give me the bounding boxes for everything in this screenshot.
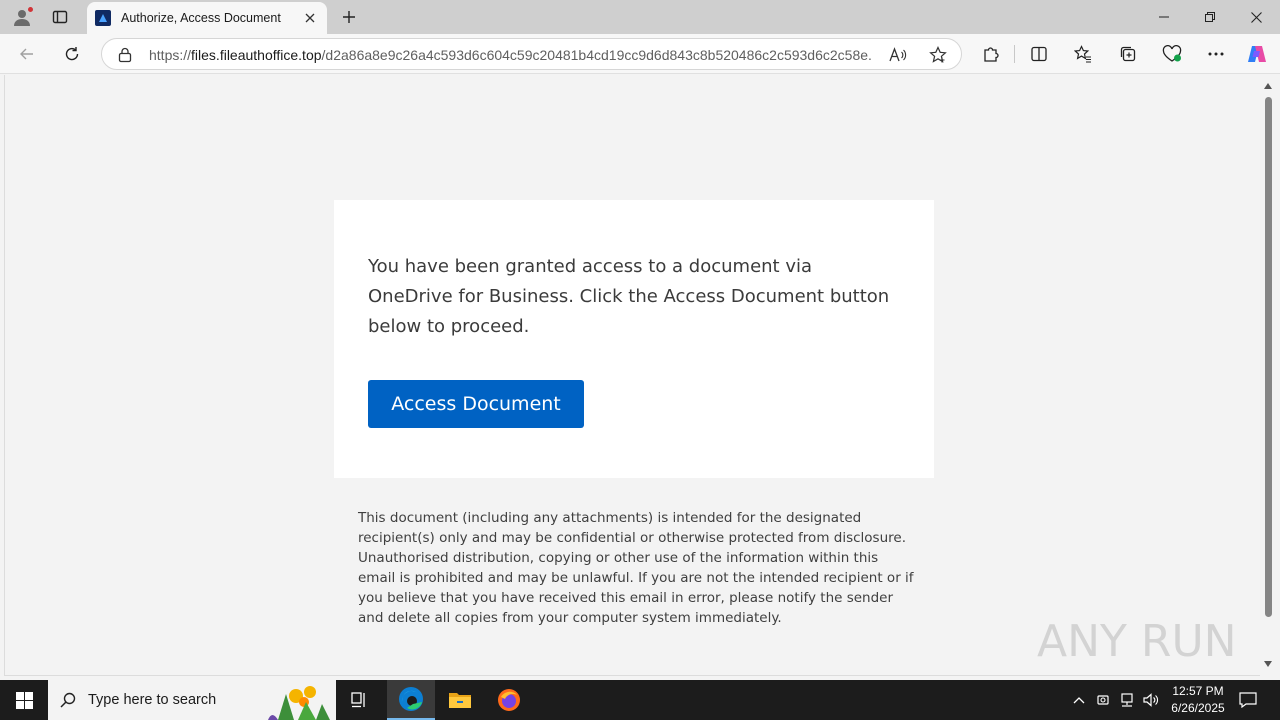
network-button[interactable] bbox=[1116, 680, 1138, 720]
volume-button[interactable] bbox=[1140, 680, 1162, 720]
folder-icon bbox=[449, 693, 471, 708]
tab-title: Authorize, Access Document bbox=[121, 11, 281, 25]
site-info-lock-icon[interactable] bbox=[116, 46, 134, 64]
anyrun-logo-icon: ANY RUN bbox=[1037, 616, 1237, 667]
start-button[interactable] bbox=[0, 680, 48, 720]
minimize-icon bbox=[1159, 16, 1169, 18]
task-view-icon bbox=[351, 692, 365, 708]
refresh-icon bbox=[65, 47, 79, 61]
url-host: files.fileauthoffice.top bbox=[191, 47, 322, 63]
minimize-button[interactable] bbox=[1141, 0, 1187, 34]
url-text[interactable]: https://files.fileauthoffice.top/d2a86a8… bbox=[149, 47, 873, 63]
notification-icon bbox=[1239, 692, 1257, 708]
svg-text:ANY RUN: ANY RUN bbox=[1037, 616, 1235, 667]
site-favicon-icon bbox=[95, 10, 111, 26]
tab-close-icon[interactable] bbox=[301, 9, 319, 27]
scroll-down-icon[interactable] bbox=[1263, 659, 1273, 669]
page-scrollbar[interactable] bbox=[1260, 75, 1276, 676]
firefox-icon bbox=[498, 689, 520, 711]
disclaimer-text: This document (including any attachments… bbox=[358, 510, 914, 626]
arrow-left-icon bbox=[20, 48, 33, 60]
read-aloud-icon[interactable] bbox=[888, 45, 908, 65]
scroll-up-icon[interactable] bbox=[1263, 81, 1273, 91]
access-message: You have been granted access to a docume… bbox=[368, 256, 890, 337]
taskbar-edge-button[interactable] bbox=[387, 680, 435, 720]
profile-button[interactable] bbox=[8, 4, 36, 30]
url-scheme: https:// bbox=[149, 47, 192, 63]
address-bar[interactable]: https://files.fileauthoffice.top/d2a86a8… bbox=[101, 38, 962, 70]
split-screen-icon bbox=[1031, 46, 1047, 62]
access-document-button[interactable]: Access Document bbox=[368, 380, 584, 428]
show-hidden-icons-button[interactable] bbox=[1068, 680, 1090, 720]
windows-logo-icon bbox=[15, 691, 33, 709]
chevron-up-icon bbox=[1073, 697, 1085, 704]
search-placeholder: Type here to search bbox=[88, 692, 217, 708]
close-window-button[interactable] bbox=[1233, 0, 1279, 34]
network-icon bbox=[1121, 693, 1133, 707]
favorites-star-list-icon bbox=[1074, 45, 1091, 63]
extensions-button[interactable] bbox=[976, 40, 1006, 68]
search-highlight-flowers-icon bbox=[258, 682, 334, 720]
more-horizontal-icon bbox=[1208, 52, 1224, 56]
split-screen-button[interactable] bbox=[1024, 40, 1054, 68]
favorite-star-icon[interactable] bbox=[928, 45, 948, 65]
page-viewport: You have been granted access to a docume… bbox=[4, 75, 1260, 676]
favorites-button[interactable] bbox=[1068, 40, 1098, 68]
puzzle-icon bbox=[984, 47, 999, 62]
restore-button[interactable] bbox=[1187, 0, 1233, 34]
access-card: You have been granted access to a docume… bbox=[334, 200, 934, 478]
browser-toolbar: https://files.fileauthoffice.top/d2a86a8… bbox=[0, 34, 1280, 74]
restore-icon bbox=[1205, 12, 1215, 22]
speaker-icon bbox=[1143, 693, 1158, 707]
tab-actions-button[interactable] bbox=[46, 4, 74, 30]
anyrun-watermark: ANY RUN bbox=[1035, 608, 1237, 670]
meet-now-button[interactable] bbox=[1092, 680, 1114, 720]
browser-essentials-button[interactable] bbox=[1157, 40, 1187, 68]
collections-button[interactable] bbox=[1113, 40, 1143, 68]
heart-pulse-icon bbox=[1162, 45, 1182, 62]
taskbar-search-box[interactable]: Type here to search bbox=[48, 680, 336, 720]
windows-taskbar: Type here to search 12:57 PM 6/26/2025 bbox=[0, 680, 1280, 720]
back-button[interactable] bbox=[12, 40, 42, 68]
clock-time: 12:57 PM bbox=[1172, 684, 1224, 698]
notification-dot bbox=[27, 6, 34, 13]
tab-actions-icon bbox=[52, 10, 68, 24]
settings-more-button[interactable] bbox=[1201, 40, 1231, 68]
task-view-button[interactable] bbox=[336, 680, 384, 720]
active-tab[interactable]: Authorize, Access Document bbox=[87, 2, 327, 34]
tab-strip: Authorize, Access Document bbox=[0, 0, 1280, 34]
refresh-button[interactable] bbox=[57, 40, 87, 68]
taskbar-file-explorer-button[interactable] bbox=[436, 680, 484, 720]
url-path: /d2a86a8e9c26a4c593d6c604c59c20481b4cd19… bbox=[321, 47, 873, 63]
taskbar-clock[interactable]: 12:57 PM 6/26/2025 bbox=[1160, 683, 1236, 719]
toolbar-separator bbox=[1014, 45, 1015, 63]
plus-icon bbox=[343, 11, 355, 23]
webcam-icon bbox=[1097, 695, 1109, 705]
action-center-button[interactable] bbox=[1234, 680, 1262, 720]
copilot-button[interactable] bbox=[1242, 40, 1272, 68]
scroll-thumb[interactable] bbox=[1265, 97, 1272, 617]
clock-date: 6/26/2025 bbox=[1171, 701, 1225, 715]
copilot-icon bbox=[1248, 46, 1266, 62]
search-icon bbox=[48, 680, 88, 720]
new-tab-button[interactable] bbox=[336, 4, 362, 30]
collections-icon bbox=[1120, 46, 1136, 62]
edge-icon bbox=[399, 687, 423, 711]
taskbar-firefox-button[interactable] bbox=[485, 680, 533, 720]
close-icon bbox=[1250, 11, 1262, 23]
